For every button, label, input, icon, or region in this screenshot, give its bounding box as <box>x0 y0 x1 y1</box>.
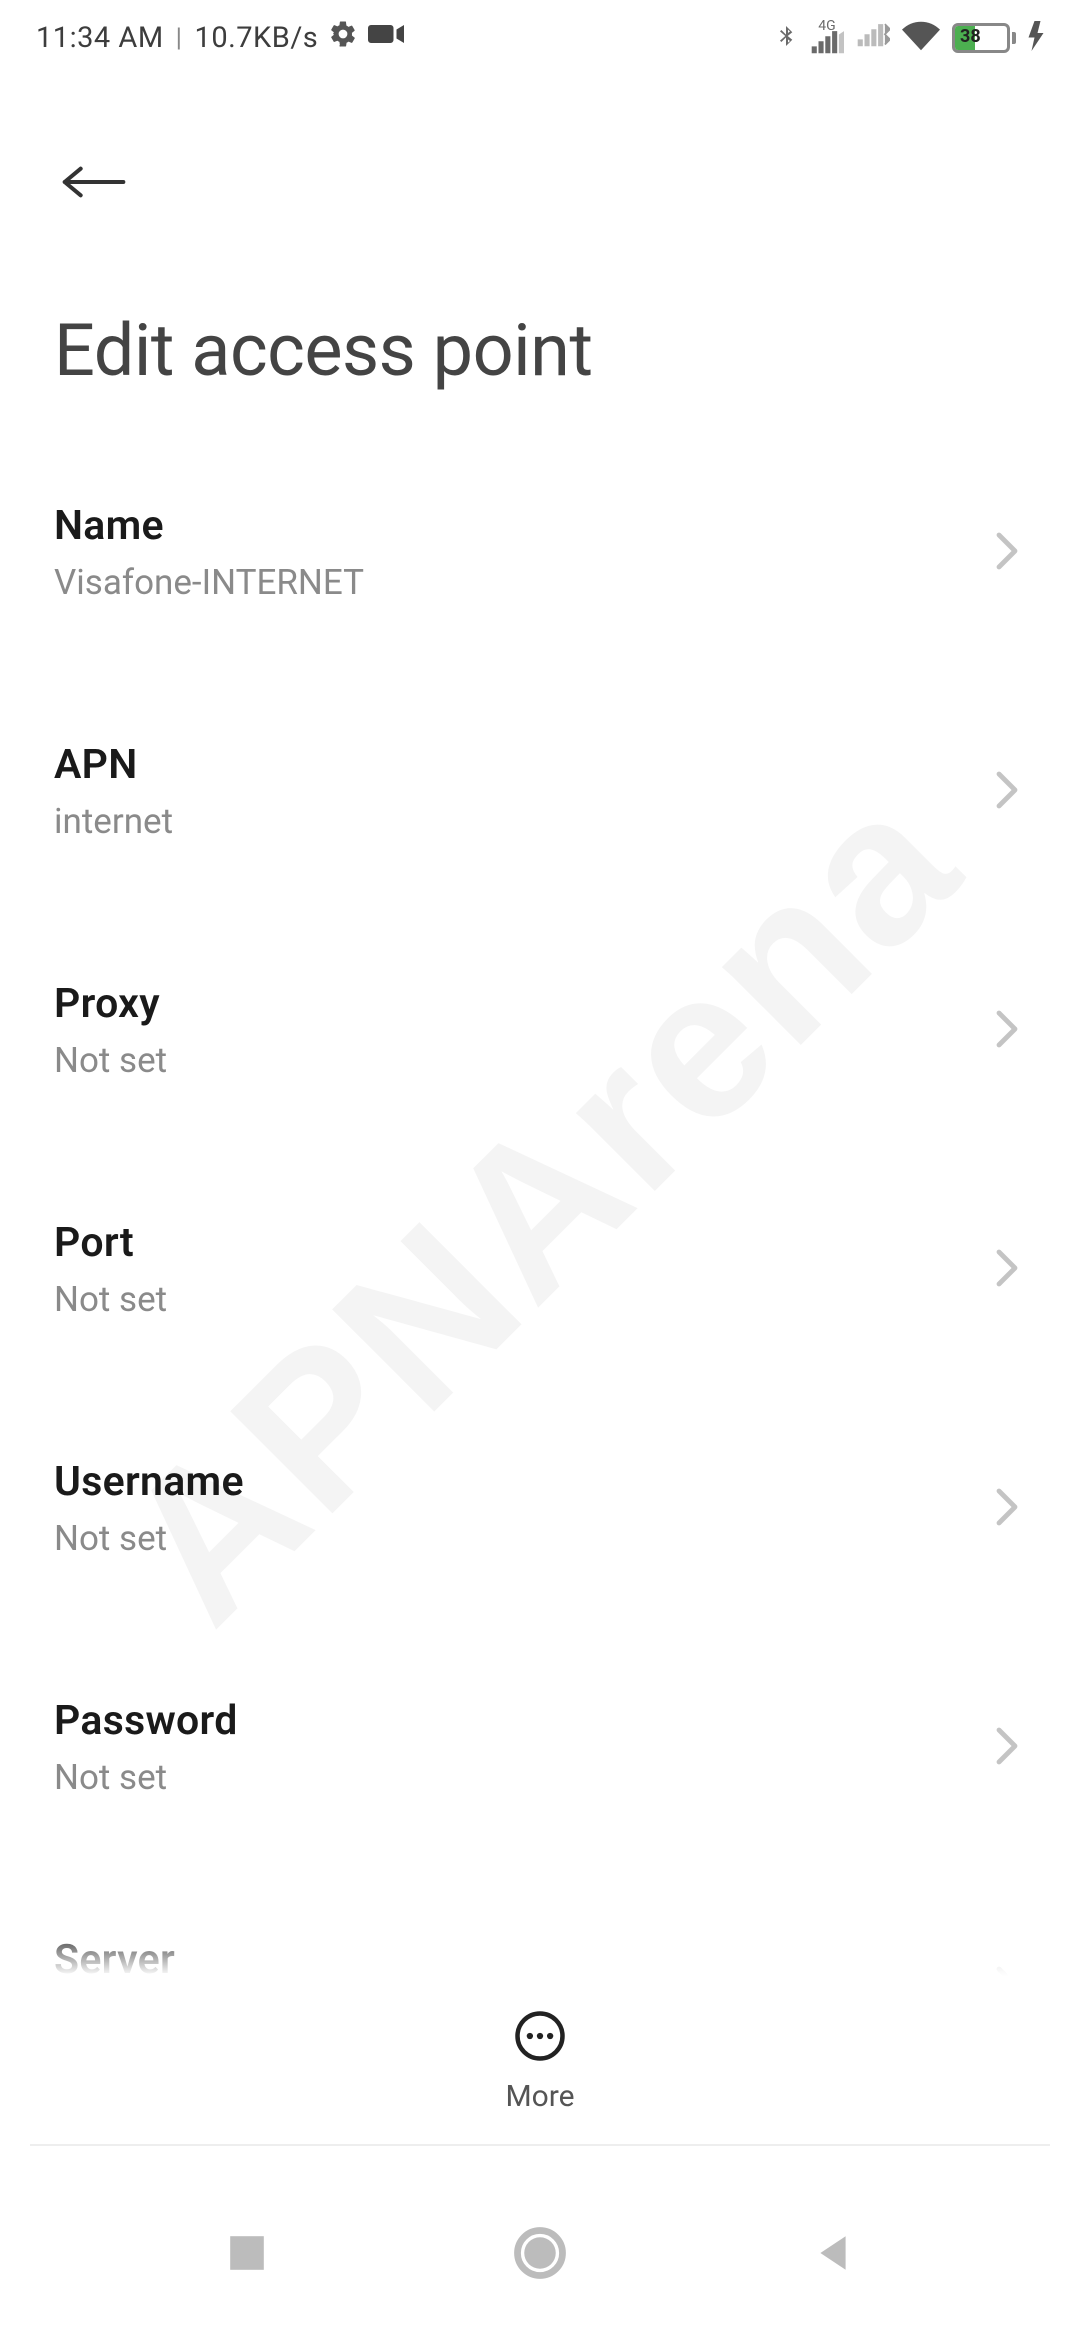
nav-back-button[interactable] <box>783 2232 883 2278</box>
divider-line <box>30 2144 1050 2146</box>
settings-item-value: Visafone-INTERNET <box>54 562 364 603</box>
settings-item-text: APN internet <box>54 741 173 842</box>
status-bar: 11:34 AM | 10.7KB/s 4G 38 <box>0 0 1080 70</box>
chevron-right-icon <box>994 770 1020 814</box>
settings-list: Name Visafone-INTERNET APN internet Proxy Not… <box>0 433 1080 2170</box>
wifi-icon <box>902 21 940 55</box>
circle-icon <box>513 2226 567 2284</box>
settings-item-value: Not set <box>54 1279 167 1320</box>
settings-item-password[interactable]: Password Not set <box>54 1628 1026 1867</box>
settings-item-text: Name Visafone-INTERNET <box>54 502 364 603</box>
battery-indicator: 38 <box>952 23 1016 53</box>
status-speed: 10.7KB/s <box>195 21 319 55</box>
settings-item-port[interactable]: Port Not set <box>54 1150 1026 1389</box>
charging-icon <box>1028 21 1044 55</box>
status-left: 11:34 AM | 10.7KB/s <box>36 19 404 57</box>
settings-item-label: APN <box>54 741 173 789</box>
settings-item-username[interactable]: Username Not set <box>54 1389 1026 1628</box>
chevron-right-icon <box>994 1726 1020 1770</box>
gear-icon <box>328 19 358 57</box>
settings-item-apn[interactable]: APN internet <box>54 672 1026 911</box>
settings-item-value: Not set <box>54 1757 238 1798</box>
chevron-right-icon <box>994 1248 1020 1292</box>
header: Edit access point <box>0 70 1080 393</box>
app-content: APNArena Edit access point NameVisafone-… <box>0 70 1080 2170</box>
chevron-right-icon <box>994 531 1020 575</box>
navigation-bar <box>0 2170 1080 2340</box>
settings-item-proxy[interactable]: Proxy Not set <box>54 911 1026 1150</box>
settings-item-label: Username <box>54 1458 244 1506</box>
network-type-label: 4G <box>818 21 835 31</box>
status-time: 11:34 AM <box>36 21 164 55</box>
chevron-right-icon <box>994 1487 1020 1531</box>
bluetooth-icon <box>774 18 798 58</box>
settings-item-label: Proxy <box>54 980 167 1028</box>
square-icon <box>226 2232 268 2278</box>
settings-item-value: Not set <box>54 1518 244 1559</box>
settings-item-text: Proxy Not set <box>54 980 167 1081</box>
status-divider: | <box>176 23 183 53</box>
more-button[interactable]: More <box>505 2009 574 2114</box>
settings-item-text: Port Not set <box>54 1219 167 1320</box>
status-right: 4G 38 <box>774 18 1044 58</box>
chevron-right-icon <box>994 1009 1020 1053</box>
signal-sim2 <box>856 21 890 55</box>
settings-item-text: Username Not set <box>54 1458 244 1559</box>
signal-sim1: 4G <box>810 21 844 55</box>
battery-percent: 38 <box>957 26 1007 47</box>
settings-item-value: internet <box>54 801 173 842</box>
nav-home-button[interactable] <box>490 2226 590 2284</box>
settings-item-label: Password <box>54 1697 238 1745</box>
nav-recents-button[interactable] <box>197 2232 297 2278</box>
settings-item-label: Name <box>54 502 364 550</box>
settings-item-value: Not set <box>54 1040 167 1081</box>
more-label: More <box>505 2079 574 2114</box>
triangle-back-icon <box>812 2232 854 2278</box>
settings-item-text: Password Not set <box>54 1697 238 1798</box>
settings-item-label: Port <box>54 1219 167 1267</box>
bottom-action-bar: More <box>0 1976 1080 2146</box>
camera-icon <box>368 19 404 57</box>
page-title: Edit access point <box>54 308 1026 393</box>
more-icon <box>513 2009 567 2067</box>
settings-item-name[interactable]: Name Visafone-INTERNET <box>54 433 1026 672</box>
back-button[interactable] <box>62 160 126 204</box>
